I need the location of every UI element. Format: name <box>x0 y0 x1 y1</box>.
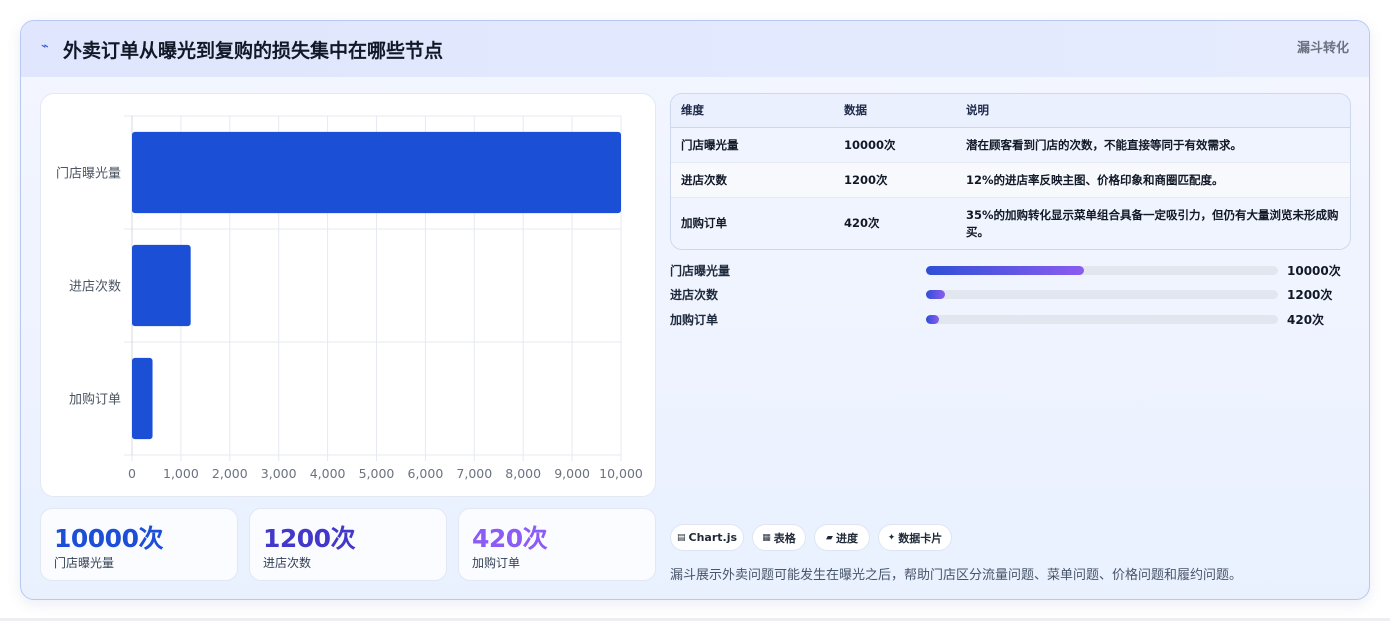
progress-label: 进店次数 <box>670 288 719 302</box>
progress-track <box>926 290 1278 299</box>
progress-fill <box>926 290 945 299</box>
tag-table[interactable]: ▦ 表格 <box>752 524 806 551</box>
x-tick-label: 7,000 <box>456 466 492 481</box>
stat-card-visits: 1200次 进店次数 <box>249 508 447 581</box>
stat-label: 进店次数 <box>263 556 312 570</box>
progress-value: 10000次 <box>1287 264 1341 278</box>
funnel-card: ⌁ 外卖订单从曝光到复购的损失集中在哪些节点 漏斗转化 0 1,000 2,000 3… <box>20 20 1370 600</box>
column-header: 数据 <box>834 94 956 128</box>
bar-chart-panel: 0 1,000 2,000 3,000 4,000 5,000 6,000 7,000 8,00… <box>40 93 656 497</box>
stat-value: 420次 <box>472 524 548 553</box>
table-icon: ▦ <box>762 532 771 543</box>
data-table: 维度 数据 说明 门店曝光量 10000次 潜在顾客看到门店的次数，不能直接等同… <box>671 94 1350 249</box>
sparkle-icon: ✦ <box>887 532 896 543</box>
stat-card-cart: 420次 加购订单 <box>458 508 656 581</box>
chart-icon: ▤ <box>676 532 686 543</box>
bar-chart: 0 1,000 2,000 3,000 4,000 5,000 6,000 7,000 8,00… <box>56 115 643 481</box>
y-category-label: 门店曝光量 <box>56 167 121 182</box>
category-badge: 漏斗转化 <box>1296 41 1349 56</box>
x-tick-label: 0 <box>128 466 136 481</box>
cell-data: 10000次 <box>834 127 956 163</box>
x-tick-label: 4,000 <box>310 466 346 481</box>
bar <box>132 131 621 214</box>
x-tick-label: 5,000 <box>359 466 395 481</box>
cell-dimension: 进店次数 <box>671 162 834 198</box>
progress-track <box>926 315 1278 324</box>
tag-progress[interactable]: ▰ 进度 <box>814 524 870 551</box>
page-title: 外卖订单从曝光到复购的损失集中在哪些节点 <box>63 40 444 62</box>
stat-value: 10000次 <box>54 524 163 553</box>
progress-icon: ▰ <box>826 532 833 543</box>
x-tick-label: 1,000 <box>163 466 199 481</box>
column-header: 说明 <box>956 94 1350 128</box>
table-header-row: 维度 数据 说明 <box>671 94 1350 128</box>
cell-dimension: 门店曝光量 <box>671 127 834 163</box>
x-tick-label: 9,000 <box>554 466 590 481</box>
x-tick-label: 6,000 <box>408 466 444 481</box>
tag-label: 进度 <box>835 531 858 545</box>
stat-card-exposure: 10000次 门店曝光量 <box>40 508 238 581</box>
stat-label: 加购订单 <box>472 556 521 570</box>
cell-description: 12%的进店率反映主图、价格印象和商圈匹配度。 <box>956 162 1350 198</box>
tag-label: Chart.js <box>688 531 738 544</box>
progress-fill <box>926 315 939 324</box>
cell-data: 420次 <box>834 197 956 249</box>
footer-note: 漏斗展示外卖问题可能发生在曝光之后，帮助门店区分流量问题、菜单问题、价格问题和履… <box>670 568 1243 583</box>
table-row: 门店曝光量 10000次 潜在顾客看到门店的次数，不能直接等同于有效需求。 <box>671 127 1350 163</box>
progress-fill <box>926 266 1085 275</box>
progress-value: 1200次 <box>1287 288 1333 302</box>
bar <box>132 357 153 440</box>
card-header: ⌁ 外卖订单从曝光到复购的损失集中在哪些节点 漏斗转化 <box>21 21 1369 77</box>
stat-value: 1200次 <box>263 524 356 553</box>
table-row: 加购订单 420次 35%的加购转化显示菜单组合具备一定吸引力，但仍有大量浏览未… <box>671 197 1350 249</box>
progress-track <box>926 266 1278 275</box>
progress-value: 420次 <box>1287 313 1325 327</box>
tag-label: 数据卡片 <box>898 531 943 545</box>
tag-label: 表格 <box>773 531 796 545</box>
cell-dimension: 加购订单 <box>671 197 834 249</box>
bar <box>132 244 191 327</box>
cell-data: 1200次 <box>834 162 956 198</box>
table-row: 进店次数 1200次 12%的进店率反映主图、价格印象和商圈匹配度。 <box>671 162 1350 198</box>
progress-label: 加购订单 <box>670 313 719 327</box>
column-header: 维度 <box>671 94 834 128</box>
data-table-panel: 维度 数据 说明 门店曝光量 10000次 潜在顾客看到门店的次数，不能直接等同… <box>670 93 1351 250</box>
progress-row-exposure: 门店曝光量 10000次 <box>670 262 1360 278</box>
progress-row-cart: 加购订单 420次 <box>670 311 1360 327</box>
x-tick-label: 8,000 <box>505 466 541 481</box>
tag-data-card[interactable]: ✦ 数据卡片 <box>878 524 952 551</box>
trend-line-icon: ⌁ <box>41 39 49 54</box>
x-tick-label: 2,000 <box>212 466 248 481</box>
cell-description: 潜在顾客看到门店的次数，不能直接等同于有效需求。 <box>956 127 1350 163</box>
tag-chartjs[interactable]: ▤ Chart.js <box>670 524 744 551</box>
y-category-label: 进店次数 <box>69 279 121 295</box>
x-tick-label: 3,000 <box>261 466 297 481</box>
y-category-label: 加购订单 <box>69 392 121 408</box>
cell-description: 35%的加购转化显示菜单组合具备一定吸引力，但仍有大量浏览未形成购买。 <box>956 197 1350 249</box>
progress-label: 门店曝光量 <box>670 264 731 278</box>
x-tick-label: 10,000 <box>599 466 643 481</box>
progress-row-visits: 进店次数 1200次 <box>670 286 1360 302</box>
stat-label: 门店曝光量 <box>54 556 115 570</box>
